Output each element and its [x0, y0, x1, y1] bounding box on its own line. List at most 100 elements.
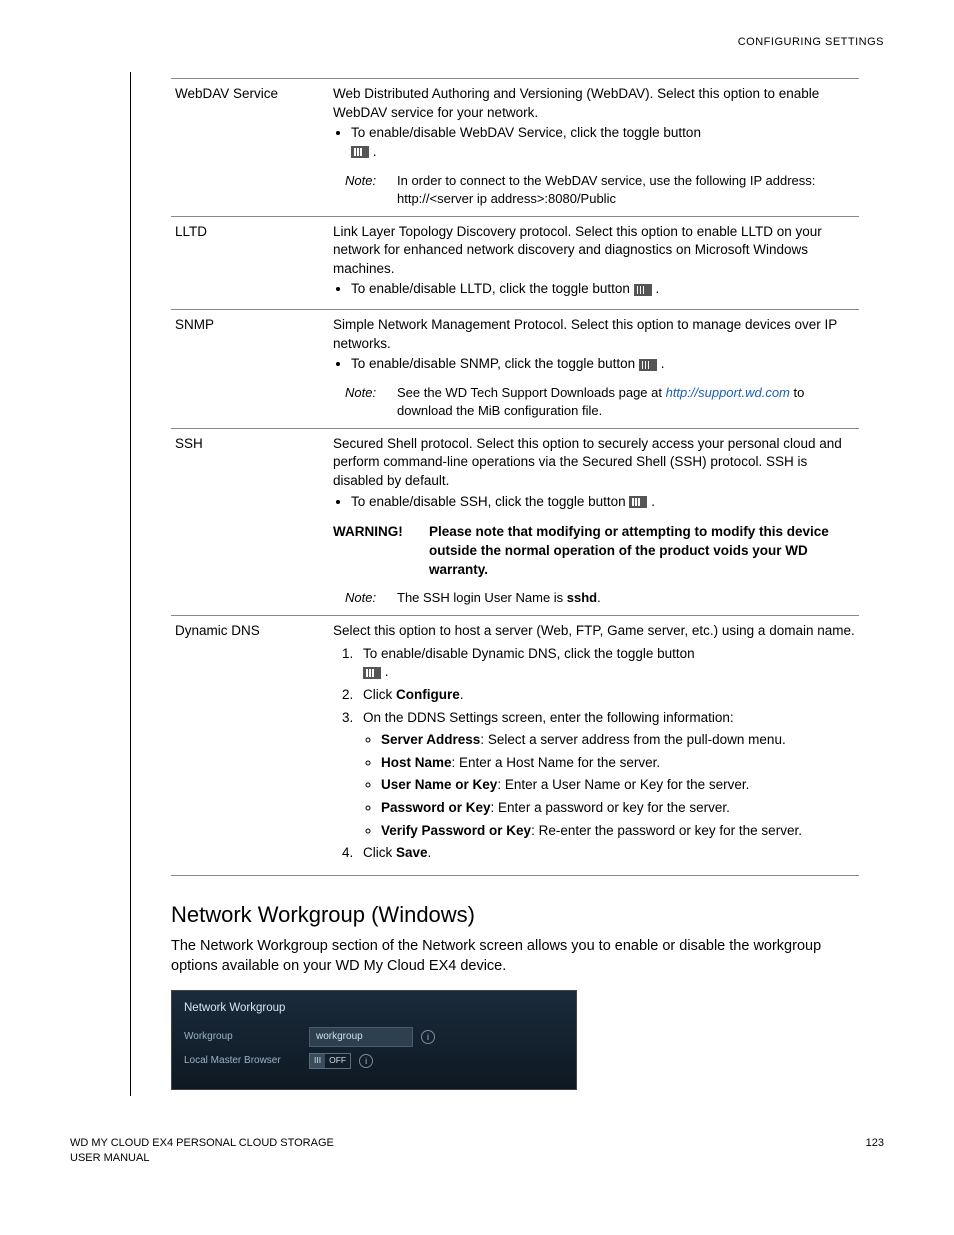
- ddns-s3b5-b: Verify Password or Key: [381, 823, 531, 838]
- ddns-s3b1-b: Server Address: [381, 732, 480, 747]
- page-header-right: CONFIGURING SETTINGS: [70, 35, 884, 50]
- ddns-step4-post: .: [428, 845, 432, 860]
- snmp-note-pre: See the WD Tech Support Downloads page a…: [397, 385, 666, 400]
- label-lltd: LLTD: [171, 216, 329, 310]
- ddns-step4-bold: Save: [396, 845, 428, 860]
- footer-left-2: USER MANUAL: [70, 1152, 149, 1164]
- toggle-icon: [639, 359, 657, 371]
- desc-lltd: Link Layer Topology Discovery protocol. …: [329, 216, 859, 310]
- ui-row-workgroup: Workgroup workgroup i: [184, 1027, 564, 1047]
- ddns-desc-text: Select this option to host a server (Web…: [333, 623, 855, 638]
- lltd-desc-text: Link Layer Topology Discovery protocol. …: [333, 224, 822, 276]
- row-lltd: LLTD Link Layer Topology Discovery proto…: [171, 216, 859, 310]
- toggle-icon: [363, 667, 381, 679]
- note-label: Note:: [345, 172, 397, 208]
- label-snmp: SNMP: [171, 310, 329, 429]
- ddns-step1-text: To enable/disable Dynamic DNS, click the…: [363, 646, 695, 661]
- note-body: See the WD Tech Support Downloads page a…: [397, 384, 855, 420]
- toggle-icon: [351, 146, 369, 158]
- row-ddns: Dynamic DNS Select this option to host a…: [171, 616, 859, 876]
- ddns-s3b4-r: : Enter a password or key for the server…: [491, 800, 730, 815]
- ddns-step2-bold: Configure: [396, 687, 460, 702]
- ssh-note-post: .: [597, 590, 601, 605]
- note-label: Note:: [345, 589, 397, 607]
- ddns-s3b5-r: : Re-enter the password or key for the s…: [531, 823, 802, 838]
- content-frame: WebDAV Service Web Distributed Authoring…: [130, 72, 859, 1096]
- ui-lmb-label: Local Master Browser: [184, 1054, 309, 1068]
- ddns-step2-pre: Click: [363, 687, 396, 702]
- snmp-note: Note: See the WD Tech Support Downloads …: [345, 384, 855, 420]
- desc-webdav: Web Distributed Authoring and Versioning…: [329, 79, 859, 216]
- webdav-note: Note: In order to connect to the WebDAV …: [345, 172, 855, 208]
- section-para: The Network Workgroup section of the Net…: [171, 936, 859, 976]
- ssh-note-pre: The SSH login User Name is: [397, 590, 567, 605]
- note-body: In order to connect to the WebDAV servic…: [397, 172, 855, 208]
- ddns-steps: To enable/disable Dynamic DNS, click the…: [333, 645, 855, 863]
- ddns-step3-bullets: Server Address: Select a server address …: [363, 731, 855, 840]
- note-body: The SSH login User Name is sshd.: [397, 589, 855, 607]
- footer-page: 123: [866, 1136, 884, 1166]
- page-footer: WD MY CLOUD EX4 PERSONAL CLOUD STORAGE U…: [70, 1136, 884, 1166]
- ui-workgroup-input[interactable]: workgroup: [309, 1027, 413, 1047]
- ddns-s3b3-b: User Name or Key: [381, 777, 497, 792]
- ui-panel-title: Network Workgroup: [184, 1001, 564, 1017]
- desc-ssh: Secured Shell protocol. Select this opti…: [329, 428, 859, 615]
- info-icon[interactable]: i: [359, 1054, 373, 1068]
- row-snmp: SNMP Simple Network Management Protocol.…: [171, 310, 859, 429]
- ui-screenshot: Network Workgroup Workgroup workgroup i …: [171, 990, 577, 1089]
- ddns-step2-post: .: [460, 687, 464, 702]
- ddns-s3b3: User Name or Key: Enter a User Name or K…: [381, 776, 855, 795]
- ssh-bullet-1-text: To enable/disable SSH, click the toggle …: [351, 494, 629, 509]
- ui-workgroup-label: Workgroup: [184, 1030, 309, 1044]
- webdav-bullet-1: To enable/disable WebDAV Service, click …: [351, 124, 855, 161]
- row-webdav: WebDAV Service Web Distributed Authoring…: [171, 79, 859, 216]
- ddns-s3b4: Password or Key: Enter a password or key…: [381, 799, 855, 818]
- ddns-step-1: To enable/disable Dynamic DNS, click the…: [357, 645, 855, 682]
- note-label: Note:: [345, 384, 397, 420]
- row-ssh: SSH Secured Shell protocol. Select this …: [171, 428, 859, 615]
- snmp-bullet-1-text: To enable/disable SNMP, click the toggle…: [351, 356, 639, 371]
- ddns-step4-pre: Click: [363, 845, 396, 860]
- footer-left-1: WD MY CLOUD EX4 PERSONAL CLOUD STORAGE: [70, 1137, 334, 1149]
- ddns-s3b2-b: Host Name: [381, 755, 452, 770]
- ddns-s3b4-b: Password or Key: [381, 800, 491, 815]
- ssh-note-bold: sshd: [567, 590, 597, 605]
- settings-table: WebDAV Service Web Distributed Authoring…: [171, 78, 859, 876]
- toggle-icon: [634, 284, 652, 296]
- label-ssh: SSH: [171, 428, 329, 615]
- ddns-s3b2-r: : Enter a Host Name for the server.: [452, 755, 661, 770]
- label-ddns: Dynamic DNS: [171, 616, 329, 876]
- webdav-bullets: To enable/disable WebDAV Service, click …: [333, 124, 855, 161]
- label-webdav: WebDAV Service: [171, 79, 329, 216]
- snmp-desc-text: Simple Network Management Protocol. Sele…: [333, 317, 837, 351]
- ssh-bullet-1: To enable/disable SSH, click the toggle …: [351, 493, 855, 512]
- desc-ddns: Select this option to host a server (Web…: [329, 616, 859, 876]
- ddns-step3-text: On the DDNS Settings screen, enter the f…: [363, 710, 734, 725]
- ddns-s3b1-r: : Select a server address from the pull-…: [480, 732, 785, 747]
- ssh-warning: WARNING! Please note that modifying or a…: [333, 523, 855, 579]
- snmp-note-link[interactable]: http://support.wd.com: [666, 385, 790, 400]
- ddns-step-2: Click Configure.: [357, 686, 855, 705]
- info-icon[interactable]: i: [421, 1030, 435, 1044]
- ddns-s3b2: Host Name: Enter a Host Name for the ser…: [381, 754, 855, 773]
- warning-body: Please note that modifying or attempting…: [429, 523, 855, 579]
- snmp-bullets: To enable/disable SNMP, click the toggle…: [333, 355, 855, 374]
- ui-row-lmb: Local Master Browser III OFF i: [184, 1053, 564, 1069]
- ssh-bullets: To enable/disable SSH, click the toggle …: [333, 493, 855, 512]
- webdav-bullet-1-text: To enable/disable WebDAV Service, click …: [351, 125, 701, 140]
- toggle-off-segment: OFF: [325, 1054, 350, 1068]
- section-title: Network Workgroup (Windows): [171, 900, 859, 930]
- toggle-icon: [629, 496, 647, 508]
- ddns-s3b1: Server Address: Select a server address …: [381, 731, 855, 750]
- ddns-step-4: Click Save.: [357, 844, 855, 863]
- ddns-step-3: On the DDNS Settings screen, enter the f…: [357, 709, 855, 841]
- toggle-on-segment: III: [310, 1054, 325, 1068]
- ssh-desc-text: Secured Shell protocol. Select this opti…: [333, 436, 842, 488]
- ui-lmb-toggle[interactable]: III OFF: [309, 1053, 351, 1069]
- ddns-s3b5: Verify Password or Key: Re-enter the pas…: [381, 822, 855, 841]
- desc-snmp: Simple Network Management Protocol. Sele…: [329, 310, 859, 429]
- ddns-s3b3-r: : Enter a User Name or Key for the serve…: [497, 777, 749, 792]
- ssh-note: Note: The SSH login User Name is sshd.: [345, 589, 855, 607]
- webdav-desc-text: Web Distributed Authoring and Versioning…: [333, 86, 819, 120]
- lltd-bullet-1-text: To enable/disable LLTD, click the toggle…: [351, 281, 634, 296]
